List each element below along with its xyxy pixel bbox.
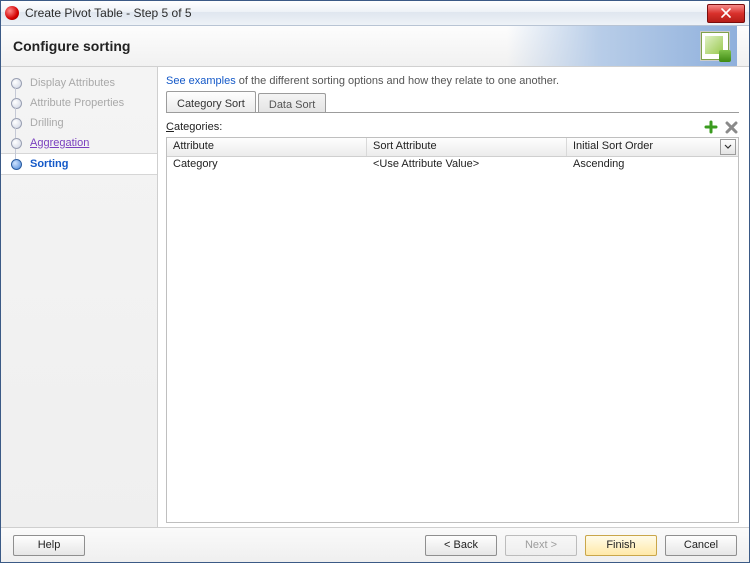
- step-aggregation[interactable]: Aggregation: [1, 133, 157, 153]
- step-dot-icon: [11, 118, 22, 129]
- header-band: Configure sorting: [1, 26, 749, 67]
- title-bar: Create Pivot Table - Step 5 of 5: [1, 1, 749, 26]
- cancel-button[interactable]: Cancel: [665, 535, 737, 556]
- th-sort-attribute[interactable]: Sort Attribute: [367, 138, 567, 156]
- plus-icon: [704, 120, 718, 134]
- hint-rest: of the different sorting options and how…: [236, 75, 559, 87]
- dialog-footer: Help < Back Next > Finish Cancel: [1, 527, 749, 562]
- wizard-sidebar: Display Attributes Attribute Properties …: [1, 67, 158, 527]
- close-icon: [721, 8, 731, 18]
- step-dot-icon: [11, 138, 22, 149]
- tab-underline: [166, 112, 739, 113]
- step-display-attributes[interactable]: Display Attributes: [1, 73, 157, 93]
- step-label: Drilling: [30, 117, 64, 129]
- tab-data-sort[interactable]: Data Sort: [258, 93, 326, 113]
- window-title: Create Pivot Table - Step 5 of 5: [25, 6, 707, 20]
- see-examples-link[interactable]: See examples: [166, 75, 236, 87]
- th-attribute[interactable]: Attribute: [167, 138, 367, 156]
- finish-button[interactable]: Finish: [585, 535, 657, 556]
- page-title: Configure sorting: [13, 38, 507, 54]
- step-label: Aggregation: [30, 137, 89, 149]
- main-panel: See examples of the different sorting op…: [158, 67, 749, 527]
- th-initial-sort-order[interactable]: Initial Sort Order: [567, 138, 738, 156]
- help-button[interactable]: Help: [13, 535, 85, 556]
- chevron-down-icon: [724, 144, 732, 150]
- table-body: Category <Use Attribute Value> Ascending: [167, 157, 738, 522]
- dialog-window: Create Pivot Table - Step 5 of 5 Configu…: [0, 0, 750, 563]
- app-icon: [5, 6, 19, 20]
- header-graphic: [507, 26, 737, 66]
- step-connector-icon: [15, 88, 16, 98]
- step-drilling[interactable]: Drilling: [1, 113, 157, 133]
- step-label: Display Attributes: [30, 77, 115, 89]
- close-button[interactable]: [707, 4, 745, 23]
- step-dot-icon: [11, 98, 22, 109]
- pivot-table-icon: [701, 32, 729, 60]
- step-attribute-properties[interactable]: Attribute Properties: [1, 93, 157, 113]
- step-label: Attribute Properties: [30, 97, 124, 109]
- sort-order-dropdown-button[interactable]: [720, 139, 736, 155]
- step-dot-icon: [11, 78, 22, 89]
- cell-sort-attribute: <Use Attribute Value>: [367, 157, 567, 174]
- step-connector-icon: [15, 149, 16, 159]
- dialog-body: Display Attributes Attribute Properties …: [1, 67, 749, 527]
- back-button[interactable]: < Back: [425, 535, 497, 556]
- table-row[interactable]: Category <Use Attribute Value> Ascending: [167, 157, 738, 174]
- table-header: Attribute Sort Attribute Initial Sort Or…: [167, 138, 738, 157]
- cell-attribute: Category: [167, 157, 367, 174]
- step-connector-icon: [15, 108, 16, 118]
- hint-text: See examples of the different sorting op…: [166, 75, 739, 87]
- categories-table: Attribute Sort Attribute Initial Sort Or…: [166, 137, 739, 523]
- x-icon: [725, 121, 738, 134]
- step-dot-icon: [11, 159, 22, 170]
- next-button: Next >: [505, 535, 577, 556]
- tab-category-sort[interactable]: Category Sort: [166, 91, 256, 113]
- add-category-button[interactable]: [703, 119, 719, 135]
- step-connector-icon: [15, 128, 16, 138]
- th-initial-sort-order-label: Initial Sort Order: [573, 140, 653, 152]
- categories-label: Categories:: [166, 121, 699, 133]
- remove-category-button[interactable]: [723, 119, 739, 135]
- cell-initial-sort-order: Ascending: [567, 157, 738, 174]
- categories-row: Categories:: [166, 119, 739, 135]
- tab-strip: Category Sort Data Sort: [166, 93, 739, 113]
- step-label: Sorting: [30, 158, 69, 170]
- step-sorting[interactable]: Sorting: [1, 153, 157, 175]
